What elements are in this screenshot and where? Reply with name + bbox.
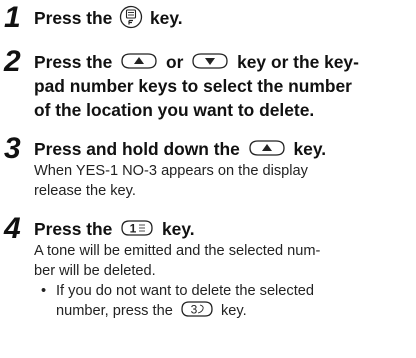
step-description-line-2: release the key. <box>34 183 136 199</box>
step-heading: Press and hold down the key. <box>34 139 327 159</box>
bullet-item: • If you do not want to delete the selec… <box>34 281 410 321</box>
step-description-line-1: A tone will be emitted and the selected … <box>34 243 321 259</box>
step-description-line-2: ber will be deleted. <box>34 263 156 279</box>
key-1-icon: 1 <box>119 219 155 237</box>
bullet-line-1: If you do not want to delete the selecte… <box>56 283 314 299</box>
up-arrow-key-icon <box>119 52 159 70</box>
step-body: Press and hold down the key. When YES-1 … <box>34 137 410 201</box>
up-arrow-key-icon <box>247 139 287 157</box>
bullet-line-2: number, press the 3 key. <box>56 301 410 321</box>
step-number: 2 <box>4 45 21 78</box>
svg-text:3: 3 <box>191 303 198 317</box>
step-heading: Press the key. <box>34 6 410 31</box>
bullet-icon: • <box>41 283 47 299</box>
step-body: Press the 1 key. A tone will be emitted … <box>34 217 410 321</box>
step-number: 1 <box>4 1 21 34</box>
step-heading: Press the 1 key. <box>34 219 195 239</box>
svg-text:1: 1 <box>130 222 137 236</box>
step-heading-line-1: Press the or key or the key- <box>34 52 359 72</box>
phonebook-key-icon <box>119 5 143 29</box>
step-number: 3 <box>4 132 21 165</box>
key-3-icon: 3 <box>179 300 215 318</box>
step-heading-line-2: pad number keys to select the number <box>34 76 352 96</box>
step-body: Press the or key or the key- pad number … <box>34 50 410 122</box>
step-number: 4 <box>4 212 21 245</box>
step-description-line-1: When YES-1 NO-3 appears on the display <box>34 163 308 179</box>
step-body: Press the key. <box>34 6 410 31</box>
down-arrow-key-icon <box>190 52 230 70</box>
step-heading-line-3: of the location you want to delete. <box>34 100 315 120</box>
